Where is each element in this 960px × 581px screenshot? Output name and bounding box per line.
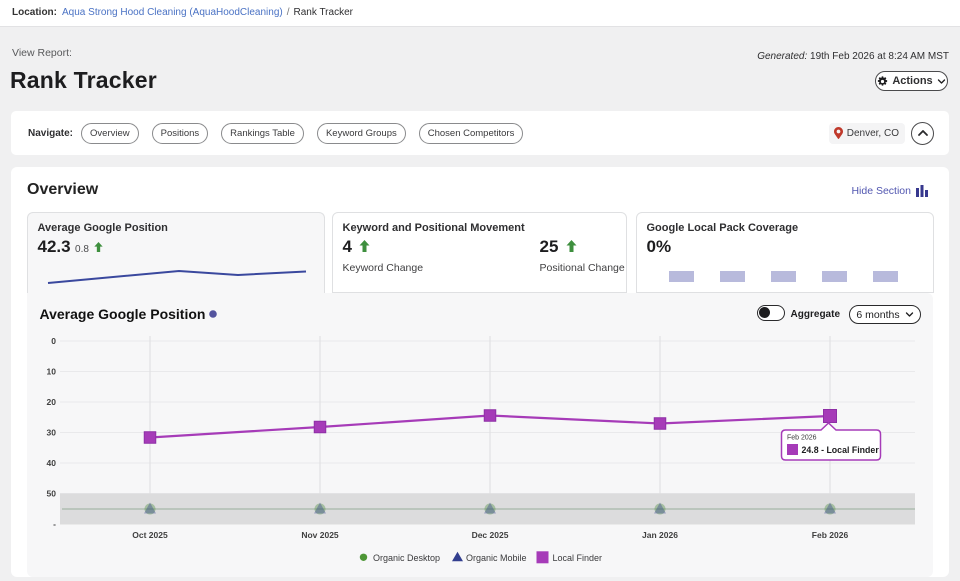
svg-text:20: 20 — [46, 397, 56, 407]
svg-text:Feb 2026: Feb 2026 — [811, 530, 848, 540]
svg-text:0: 0 — [51, 336, 56, 346]
svg-text:Dec 2025: Dec 2025 — [471, 530, 508, 540]
svg-text:Jan 2026: Jan 2026 — [642, 530, 678, 540]
svg-text:50: 50 — [46, 489, 56, 499]
svg-text:Oct 2025: Oct 2025 — [132, 530, 168, 540]
svg-text:-: - — [53, 519, 56, 529]
svg-text:10: 10 — [46, 367, 56, 377]
svg-text:Local Finder: Local Finder — [552, 553, 602, 563]
svg-text:24.8 - Local Finder: 24.8 - Local Finder — [801, 445, 879, 455]
svg-text:Feb 2026: Feb 2026 — [787, 435, 817, 442]
svg-text:40: 40 — [46, 458, 56, 468]
svg-text:Nov 2025: Nov 2025 — [301, 530, 339, 540]
svg-text:Organic Desktop: Organic Desktop — [373, 553, 440, 563]
svg-text:30: 30 — [46, 428, 56, 438]
svg-text:Organic Mobile: Organic Mobile — [466, 553, 527, 563]
